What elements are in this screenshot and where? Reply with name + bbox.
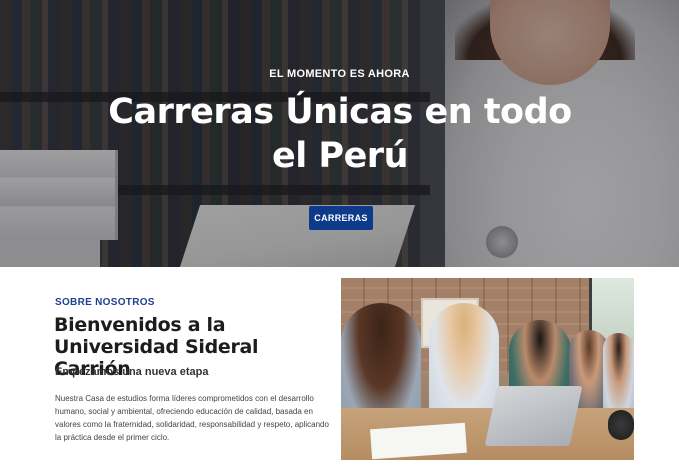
careers-button[interactable]: CARRERAS (309, 206, 373, 230)
photo-student (429, 303, 499, 423)
about-description: Nuestra Casa de estudios forma líderes c… (55, 394, 329, 442)
hero-banner: EL MOMENTO ES AHORA Carreras Únicas en t… (0, 0, 679, 267)
about-eyebrow: SOBRE NOSOTROS (55, 297, 155, 308)
photo-laptop (484, 386, 583, 446)
photo-headphones (608, 410, 634, 440)
students-photo (341, 278, 634, 460)
hero-eyebrow: EL MOMENTO ES AHORA (269, 68, 410, 80)
photo-student (603, 333, 634, 418)
hero-title: Carreras Únicas en todo el Perú (108, 92, 572, 176)
about-subtitle: Empezamos una nueva etapa (55, 366, 209, 378)
